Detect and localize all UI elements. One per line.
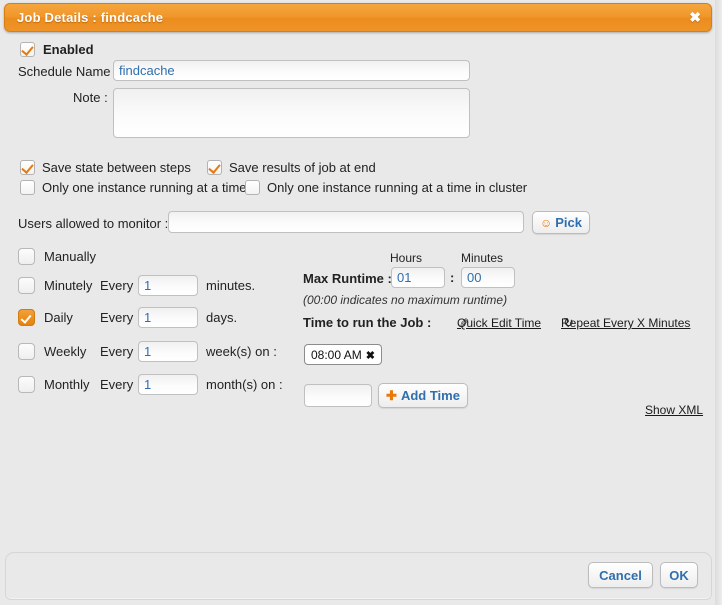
add-time-button-label: Add Time bbox=[400, 387, 460, 403]
dialog-title: Job Details : findcache bbox=[17, 10, 164, 25]
schedule-label-daily: Daily bbox=[44, 310, 73, 325]
save-results-label: Save results of job at end bbox=[229, 160, 376, 176]
ok-button[interactable]: OK bbox=[660, 562, 698, 588]
max-runtime-separator: : bbox=[450, 270, 455, 285]
add-time-button[interactable]: ✚ Add Time bbox=[378, 383, 468, 408]
schedule-every-weekly: Every bbox=[100, 344, 134, 359]
schedule-unit-daily: days. bbox=[206, 310, 238, 325]
time-tag-remove-icon[interactable]: ✖ bbox=[366, 350, 375, 362]
max-runtime-hours-input[interactable] bbox=[391, 267, 445, 288]
minutes-header: Minutes bbox=[461, 251, 504, 265]
schedule-interval-monthly[interactable] bbox=[138, 374, 198, 395]
time-tag[interactable]: 08:00 AM ✖ bbox=[304, 344, 382, 365]
hours-header: Hours bbox=[390, 251, 423, 265]
schedule-unit-minutely: minutes. bbox=[206, 278, 256, 293]
user-icon: ☺ bbox=[539, 216, 553, 230]
save-state-label: Save state between steps bbox=[42, 160, 191, 176]
cancel-button[interactable]: Cancel bbox=[588, 562, 653, 588]
schedule-radio-minutely[interactable] bbox=[18, 277, 35, 294]
enabled-checkbox[interactable] bbox=[20, 42, 35, 58]
repeat-every-x-minutes-link[interactable]: Repeat Every X Minutes bbox=[561, 316, 690, 330]
time-tag-label: 08:00 AM bbox=[311, 348, 362, 362]
plus-icon: ✚ bbox=[386, 387, 397, 403]
schedule-label-manually: Manually bbox=[44, 249, 97, 264]
option-single-instance-row: Only one instance running at a time bbox=[20, 179, 247, 196]
schedule-label-minutely: Minutely bbox=[44, 278, 93, 293]
single-instance-cluster-label: Only one instance running at a time in c… bbox=[267, 180, 528, 196]
save-state-checkbox[interactable] bbox=[20, 160, 35, 176]
schedule-label-monthly: Monthly bbox=[44, 377, 90, 392]
schedule-unit-monthly: month(s) on : bbox=[206, 377, 283, 392]
schedule-radio-manually[interactable] bbox=[18, 248, 35, 265]
max-runtime-label: Max Runtime : bbox=[303, 271, 392, 286]
schedule-every-minutely: Every bbox=[100, 278, 134, 293]
note-textarea[interactable] bbox=[113, 88, 470, 138]
schedule-interval-minutely[interactable] bbox=[138, 275, 198, 296]
schedule-name-input[interactable] bbox=[113, 60, 470, 81]
quick-edit-time-link[interactable]: Quick Edit Time bbox=[457, 316, 541, 330]
schedule-interval-weekly[interactable] bbox=[138, 341, 198, 362]
enabled-row: Enabled bbox=[20, 41, 94, 58]
pick-users-button[interactable]: ☺ Pick bbox=[532, 211, 590, 234]
users-monitor-label: Users allowed to monitor : bbox=[18, 216, 169, 231]
single-instance-label: Only one instance running at a time bbox=[42, 180, 247, 196]
option-save-results-row: Save results of job at end bbox=[207, 159, 376, 176]
schedule-label-weekly: Weekly bbox=[44, 344, 87, 359]
schedule-interval-daily[interactable] bbox=[138, 307, 198, 328]
save-results-checkbox[interactable] bbox=[207, 160, 222, 176]
schedule-name-label: Schedule Name : bbox=[18, 64, 118, 79]
enabled-label: Enabled bbox=[43, 42, 94, 58]
schedule-unit-weekly: week(s) on : bbox=[206, 344, 277, 359]
single-instance-checkbox[interactable] bbox=[20, 180, 35, 196]
close-icon[interactable]: ✖ bbox=[689, 9, 701, 26]
show-xml-link[interactable]: Show XML bbox=[645, 403, 703, 417]
schedule-radio-daily[interactable] bbox=[18, 309, 35, 326]
job-details-dialog: Job Details : findcache ✖ Enabled Schedu… bbox=[0, 0, 722, 605]
window-right-edge bbox=[715, 0, 722, 605]
option-save-state-row: Save state between steps bbox=[20, 159, 191, 176]
pick-button-label: Pick bbox=[555, 215, 582, 230]
max-runtime-minutes-input[interactable] bbox=[461, 267, 515, 288]
schedule-radio-monthly[interactable] bbox=[18, 376, 35, 393]
note-label: Note : bbox=[73, 90, 108, 105]
schedule-every-monthly: Every bbox=[100, 377, 134, 392]
max-runtime-hint: (00:00 indicates no maximum runtime) bbox=[303, 293, 508, 307]
schedule-radio-weekly[interactable] bbox=[18, 343, 35, 360]
add-time-input[interactable] bbox=[304, 384, 372, 407]
time-to-run-label: Time to run the Job : bbox=[303, 315, 432, 330]
users-monitor-input[interactable] bbox=[168, 211, 524, 233]
schedule-every-daily: Every bbox=[100, 310, 134, 325]
option-single-instance-cluster-row: Only one instance running at a time in c… bbox=[245, 179, 528, 196]
dialog-titlebar: Job Details : findcache ✖ bbox=[4, 3, 712, 32]
single-instance-cluster-checkbox[interactable] bbox=[245, 180, 260, 196]
